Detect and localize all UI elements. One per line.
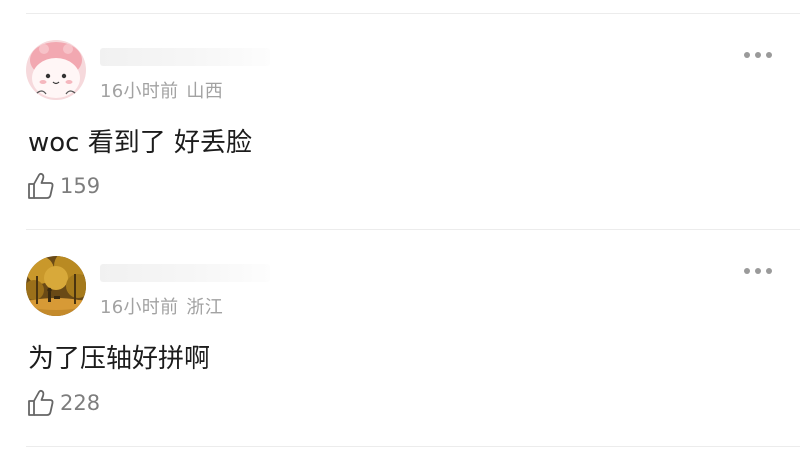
thumbs-up-icon [28,172,54,199]
comment-meta: 16小时前 浙江 [100,293,223,319]
divider [26,446,800,447]
comment-content: 为了压轴好拼啊 [28,344,211,374]
comment-time: 16小时前 [100,81,179,102]
avatar-image-pink-character [26,40,86,100]
avatar[interactable] [26,40,86,100]
dot-icon [755,268,761,274]
dot-icon [744,268,750,274]
comment-time: 16小时前 [100,297,179,318]
comment-location: 浙江 [186,297,224,318]
avatar[interactable] [26,256,86,316]
more-button[interactable] [744,50,772,60]
username-blurred[interactable] [100,264,270,282]
dot-icon [744,52,750,58]
divider [26,229,800,230]
dot-icon [755,52,761,58]
divider [26,13,800,14]
comment-content: woc 看到了 好丢脸 [28,128,252,158]
like-count: 159 [60,174,101,198]
like-button[interactable]: 159 [26,171,100,201]
dot-icon [766,52,772,58]
comment-location: 山西 [186,81,224,102]
like-button[interactable]: 228 [26,388,100,418]
username-blurred[interactable] [100,48,270,66]
more-button[interactable] [744,266,772,276]
comment-meta: 16小时前 山西 [100,77,223,103]
comment-list: 16小时前 山西 woc 看到了 好丢脸 159 16小时前 浙江 为了压轴好拼… [0,0,800,455]
like-count: 228 [60,391,101,415]
avatar-image-autumn-scene [26,256,86,316]
thumbs-up-icon [28,389,54,416]
dot-icon [766,268,772,274]
